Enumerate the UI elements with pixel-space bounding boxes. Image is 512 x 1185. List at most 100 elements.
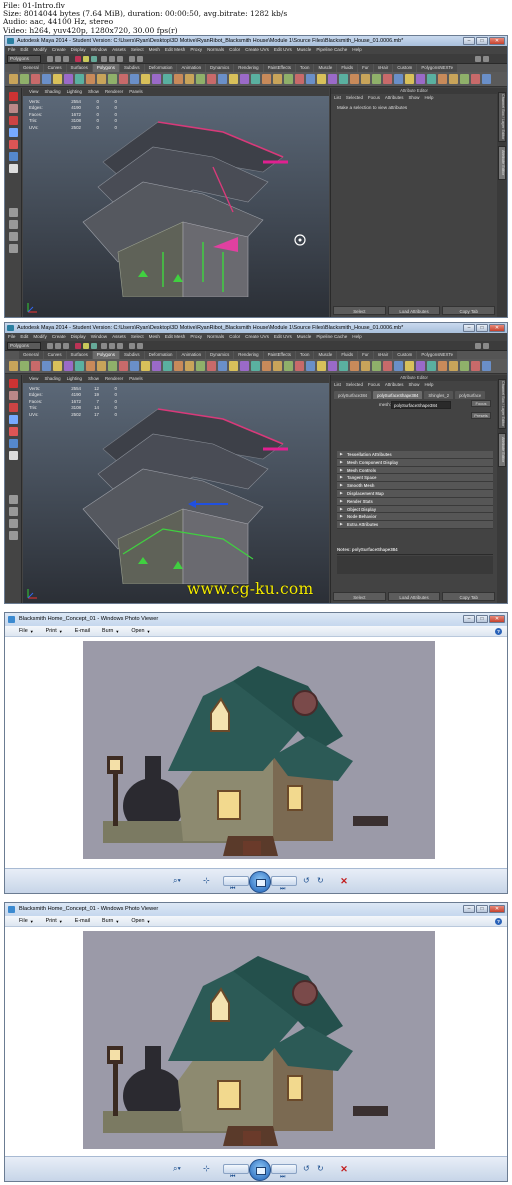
rotate-left-icon[interactable]: ↺ <box>303 1164 310 1174</box>
shelf-tool-icon[interactable] <box>460 74 469 84</box>
actual-size-icon[interactable]: ⊹ <box>203 1164 210 1174</box>
shelf-tab-polygonsnexte[interactable]: PolygonsNEXTe <box>417 351 458 359</box>
slideshow-button[interactable] <box>249 1159 271 1181</box>
rotate-tool-icon[interactable] <box>9 140 18 149</box>
shelf-tool-icon[interactable] <box>141 361 150 371</box>
shelf-tool-icon[interactable] <box>163 74 172 84</box>
layout-side-icon[interactable] <box>9 232 18 241</box>
menu-edit-mesh[interactable]: Edit Mesh <box>165 333 185 341</box>
shelf-tool-icon[interactable] <box>262 74 271 84</box>
attr-menu-list[interactable]: List <box>334 94 341 102</box>
shelf-tab-surfaces[interactable]: Surfaces <box>66 64 92 72</box>
shelf-tab-nhair[interactable]: nHair <box>373 64 393 72</box>
layout-four-icon[interactable] <box>9 507 18 516</box>
shelf-tab-animation[interactable]: Animation <box>177 351 206 359</box>
shelf-tool-icon[interactable] <box>218 361 227 371</box>
shelf-tool-icon[interactable] <box>284 74 293 84</box>
ipr-render-icon[interactable] <box>137 56 143 62</box>
shelf-tab-deformation[interactable]: Deformation <box>144 351 177 359</box>
layout-side-icon[interactable] <box>9 519 18 528</box>
shelf-tool-icon[interactable] <box>383 361 392 371</box>
shelf-tool-icon[interactable] <box>240 74 249 84</box>
minimize-button[interactable]: – <box>463 615 475 623</box>
open-menu[interactable]: Open <box>131 626 144 636</box>
menu-normals[interactable]: Normals <box>207 46 224 54</box>
viewport-menu-lighting[interactable]: Lighting <box>67 88 82 96</box>
shelf-tab-general[interactable]: General <box>19 351 43 359</box>
move-tool-icon[interactable] <box>9 415 18 424</box>
menu-color[interactable]: Color <box>229 46 240 54</box>
select-component-icon[interactable] <box>91 343 97 349</box>
minimize-button[interactable]: – <box>463 905 475 913</box>
maximize-button[interactable]: □ <box>476 37 488 45</box>
select-tool-icon[interactable] <box>9 379 18 388</box>
viewport-menu-shading[interactable]: Shading <box>44 375 60 383</box>
viewport-menu-show[interactable]: Show <box>88 375 99 383</box>
shelf-tool-icon[interactable] <box>108 74 117 84</box>
shelf-tool-icon[interactable] <box>251 74 260 84</box>
viewport-menu-show[interactable]: Show <box>88 88 99 96</box>
shelf-tool-icon[interactable] <box>97 361 106 371</box>
shelf-tool-icon[interactable] <box>306 74 315 84</box>
email-button[interactable]: E-mail <box>75 916 90 926</box>
maximize-button[interactable]: □ <box>476 324 488 332</box>
menu-create[interactable]: Create <box>52 46 66 54</box>
section-node-behavior[interactable]: Node Behavior <box>337 513 493 522</box>
attr-menu-list[interactable]: List <box>334 381 341 389</box>
select-object-icon[interactable] <box>83 56 89 62</box>
menu-muscle[interactable]: Muscle <box>297 333 312 341</box>
shelf-tool-icon[interactable] <box>152 74 161 84</box>
rotate-right-icon[interactable]: ↻ <box>317 876 324 886</box>
menu-create-uvs[interactable]: Create UVs <box>245 333 269 341</box>
shelf-tool-icon[interactable] <box>361 74 370 84</box>
shelf-tab-fur[interactable]: Fur <box>358 64 373 72</box>
shelf-tool-icon[interactable] <box>163 361 172 371</box>
viewport-menu-panels[interactable]: Panels <box>129 375 142 383</box>
shelf-tab-subdivs[interactable]: Subdivs <box>119 351 144 359</box>
shelf-tool-icon[interactable] <box>42 74 51 84</box>
actual-size-icon[interactable]: ⊹ <box>203 876 210 886</box>
menu-create[interactable]: Create <box>52 333 66 341</box>
menu-set-dropdown[interactable]: Polygons <box>7 342 41 350</box>
move-tool-icon[interactable] <box>9 128 18 137</box>
load-attributes-button[interactable]: Load Attributes <box>387 592 441 601</box>
menu-select[interactable]: Select <box>131 46 144 54</box>
shelf-tab-rendering[interactable]: Rendering <box>234 351 263 359</box>
menu-file[interactable]: File <box>8 46 15 54</box>
shelf-tool-icon[interactable] <box>240 361 249 371</box>
shelf-tab-fur[interactable]: Fur <box>358 351 373 359</box>
shelf-tool-icon[interactable] <box>53 361 62 371</box>
shelf-tool-icon[interactable] <box>31 74 40 84</box>
menu-mesh[interactable]: Mesh <box>149 46 160 54</box>
shelf-tab-toon[interactable]: Toon <box>295 64 314 72</box>
menu-edit-mesh[interactable]: Edit Mesh <box>165 46 185 54</box>
shelf-tool-icon[interactable] <box>174 74 183 84</box>
menu-modify[interactable]: Modify <box>33 46 47 54</box>
attr-menu-attributes[interactable]: Attributes <box>385 94 404 102</box>
show-channel-box-icon[interactable] <box>475 56 481 62</box>
menu-normals[interactable]: Normals <box>207 333 224 341</box>
show-channel-box-icon[interactable] <box>475 343 481 349</box>
attribute-editor-tab[interactable]: Attribute Editor <box>498 146 506 180</box>
shelf-tab-general[interactable]: General <box>19 64 43 72</box>
email-button[interactable]: E-mail <box>75 626 90 636</box>
menu-file[interactable]: File <box>8 333 15 341</box>
shelf-tool-icon[interactable] <box>229 361 238 371</box>
rotate-right-icon[interactable]: ↻ <box>317 1164 324 1174</box>
shelf-tab-polygonsnexte[interactable]: PolygonsNEXTe <box>417 64 458 72</box>
menu-proxy[interactable]: Proxy <box>190 46 202 54</box>
section-tangent-space[interactable]: Tangent Space <box>337 474 493 483</box>
viewport-menu-lighting[interactable]: Lighting <box>67 375 82 383</box>
shelf-tab-dynamics[interactable]: Dynamics <box>206 351 234 359</box>
shelf-tool-icon[interactable] <box>416 74 425 84</box>
section-object-display[interactable]: Object Display <box>337 505 493 514</box>
shelf-tool-icon[interactable] <box>75 74 84 84</box>
viewport-menu-renderer[interactable]: Renderer <box>105 88 123 96</box>
menu-display[interactable]: Display <box>71 333 86 341</box>
shelf-tool-icon[interactable] <box>119 361 128 371</box>
show-attribute-editor-icon[interactable] <box>483 56 489 62</box>
shelf-tab-custom[interactable]: Custom <box>393 351 417 359</box>
file-menu[interactable]: File <box>19 626 28 636</box>
open-scene-icon[interactable] <box>55 56 61 62</box>
new-scene-icon[interactable] <box>47 56 53 62</box>
